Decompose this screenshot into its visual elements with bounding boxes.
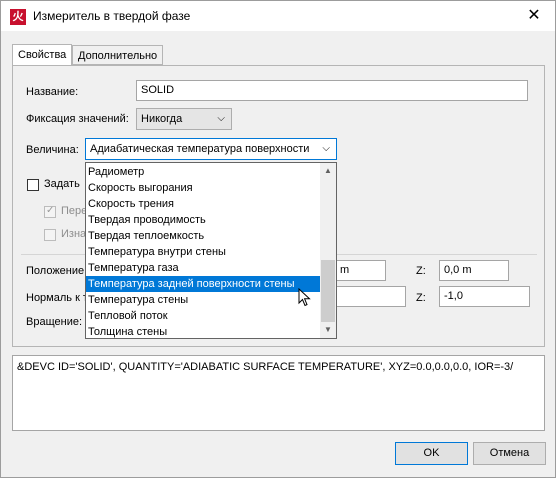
close-button[interactable]: ✕ xyxy=(521,5,547,27)
chevron-down-icon: ⌵ xyxy=(322,143,330,154)
quantity-select-value: Адиабатическая температура поверхности xyxy=(90,143,310,155)
freeze-label: Фиксация значений: xyxy=(26,113,129,125)
option1-checkbox[interactable]: ✓ xyxy=(44,205,56,218)
normal-z-label: Z: xyxy=(416,292,426,304)
list-item[interactable]: Скорость трения xyxy=(86,196,320,212)
assign-label: Задать xyxy=(44,178,80,190)
position-z-input[interactable]: 0,0 m xyxy=(439,260,509,281)
tab-properties[interactable]: Свойства xyxy=(12,44,73,66)
freeze-select[interactable]: Никогда ⌵ xyxy=(136,108,232,130)
checkmark-icon: ✓ xyxy=(46,205,55,216)
mouse-cursor-icon xyxy=(298,288,311,307)
position-z-label: Z: xyxy=(416,265,426,277)
option1-label: Пере xyxy=(61,205,88,217)
list-item[interactable]: Твердая проводимость xyxy=(86,212,320,228)
scroll-down-icon[interactable]: ▼ xyxy=(320,322,336,338)
normal-label: Нормаль к т xyxy=(26,292,88,304)
dropdown-scrollbar[interactable]: ▲ ▼ xyxy=(320,163,336,338)
quantity-select[interactable]: Адиабатическая температура поверхности ⌵ xyxy=(85,138,337,160)
list-item[interactable]: Скорость выгорания xyxy=(86,180,320,196)
ok-button[interactable]: OK xyxy=(395,442,468,465)
rotation-label: Вращение: xyxy=(26,316,83,328)
chevron-down-icon: ⌵ xyxy=(217,113,225,124)
position-y-unit: m xyxy=(340,264,350,276)
scroll-up-icon[interactable]: ▲ xyxy=(320,163,336,179)
name-label: Название: xyxy=(26,86,79,98)
list-item[interactable]: Толщина стены xyxy=(86,324,320,340)
list-item[interactable]: Твердая теплоемкость xyxy=(86,228,320,244)
fds-code-preview[interactable]: &DEVC ID='SOLID', QUANTITY='ADIABATIC SU… xyxy=(12,355,545,431)
cancel-button[interactable]: Отмена xyxy=(473,442,546,465)
freeze-select-value: Никогда xyxy=(141,113,183,125)
window-title: Измеритель в твердой фазе xyxy=(33,9,191,23)
list-item[interactable]: Температура газа xyxy=(86,260,320,276)
position-label: Положение xyxy=(26,265,85,277)
scrollbar-thumb[interactable] xyxy=(321,260,335,322)
list-item[interactable]: Температура внутри стены xyxy=(86,244,320,260)
dialog-window: 火 Измеритель в твердой фазе ✕ Свойства Д… xyxy=(0,0,556,478)
app-logo-icon: 火 xyxy=(10,9,26,25)
tab-advanced[interactable]: Дополнительно xyxy=(72,45,164,65)
list-item-selected[interactable]: Температура задней поверхности стены xyxy=(86,276,320,292)
option2-label: Изна xyxy=(61,228,87,240)
assign-checkbox[interactable] xyxy=(27,179,39,191)
list-item[interactable]: Температура стены xyxy=(86,292,320,308)
list-item[interactable]: Тепловой поток xyxy=(86,308,320,324)
name-input[interactable]: SOLID xyxy=(136,80,528,101)
quantity-dropdown-list: Радиометр Скорость выгорания Скорость тр… xyxy=(85,162,337,339)
title-bar: 火 Измеритель в твердой фазе ✕ xyxy=(1,1,555,31)
quantity-label: Величина: xyxy=(26,144,79,156)
normal-z-input[interactable]: -1,0 xyxy=(439,286,530,307)
list-item[interactable]: Радиометр xyxy=(86,164,320,180)
option2-checkbox[interactable] xyxy=(44,229,56,241)
